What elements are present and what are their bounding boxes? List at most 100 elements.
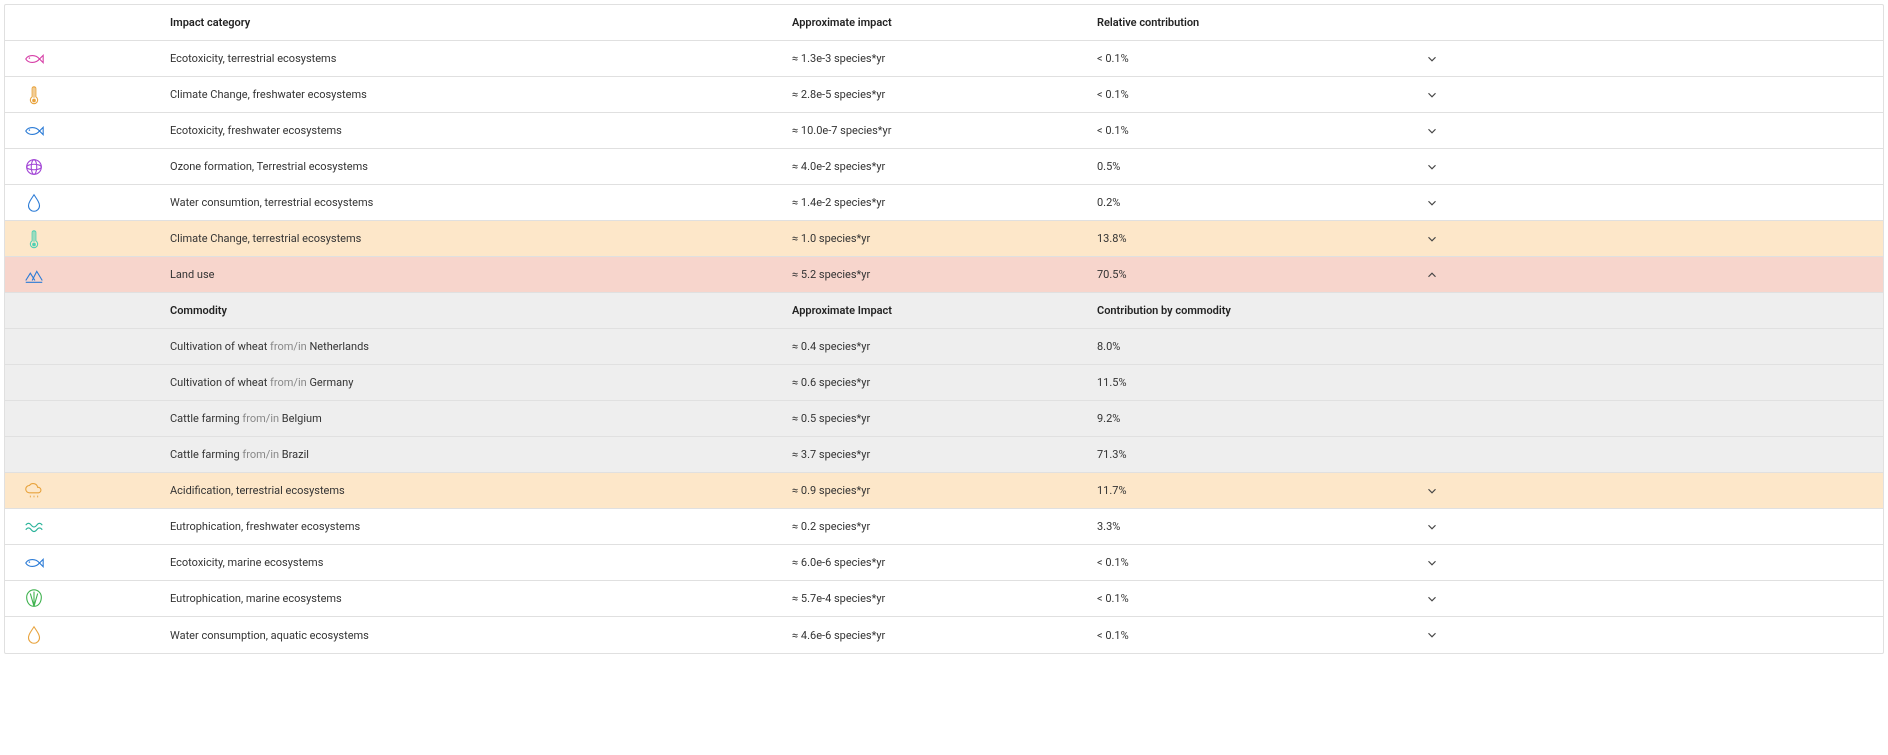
nested-row: Cattle farming from/in Belgium≈ 0.5 spec… xyxy=(5,401,1883,437)
contribution-cell: 0.2% xyxy=(1097,196,1402,209)
impact-cell: ≈ 1.4e-2 species*yr xyxy=(792,196,1097,209)
chevron-down-icon[interactable] xyxy=(1402,88,1462,102)
contribution-cell: < 0.1% xyxy=(1097,52,1402,65)
contribution-cell: 3.3% xyxy=(1097,520,1402,533)
nested-row: Cultivation of wheat from/in Netherlands… xyxy=(5,329,1883,365)
impact-cell: ≈ 2.8e-5 species*yr xyxy=(792,88,1097,101)
contribution-cell: < 0.1% xyxy=(1097,556,1402,569)
cloud-icon xyxy=(5,480,170,502)
commodity-location: Germany xyxy=(309,376,353,389)
table-row[interactable]: Ecotoxicity, terrestrial ecosystems≈ 1.3… xyxy=(5,41,1883,77)
table-row[interactable]: Climate Change, terrestrial ecosystems≈ … xyxy=(5,221,1883,257)
commodity-contribution-cell: 9.2% xyxy=(1097,412,1402,425)
table-row[interactable]: Water consumtion, terrestrial ecosystems… xyxy=(5,185,1883,221)
contribution-cell: < 0.1% xyxy=(1097,88,1402,101)
category-cell: Climate Change, terrestrial ecosystems xyxy=(170,232,792,245)
table-row[interactable]: Eutrophication, marine ecosystems≈ 5.7e-… xyxy=(5,581,1883,617)
category-cell: Climate Change, freshwater ecosystems xyxy=(170,88,792,101)
impact-cell: ≈ 5.2 species*yr xyxy=(792,268,1097,281)
impact-cell: ≈ 4.6e-6 species*yr xyxy=(792,629,1097,642)
commodity-name: Cultivation of wheat xyxy=(170,376,267,389)
category-cell: Ecotoxicity, marine ecosystems xyxy=(170,556,792,569)
table-row[interactable]: Ozone formation, Terrestrial ecosystems≈… xyxy=(5,149,1883,185)
chevron-down-icon[interactable] xyxy=(1402,520,1462,534)
chevron-down-icon[interactable] xyxy=(1402,232,1462,246)
commodity-joiner: from/in xyxy=(267,340,309,353)
table-row[interactable]: Climate Change, freshwater ecosystems≈ 2… xyxy=(5,77,1883,113)
commodity-name: Cultivation of wheat xyxy=(170,340,267,353)
table-row[interactable]: Eutrophication, freshwater ecosystems≈ 0… xyxy=(5,509,1883,545)
globe-icon xyxy=(5,156,170,178)
land-icon xyxy=(5,264,170,286)
contribution-cell: 0.5% xyxy=(1097,160,1402,173)
nested-header-impact: Approximate Impact xyxy=(792,304,1097,317)
category-cell: Water consumption, aquatic ecosystems xyxy=(170,629,792,642)
contribution-cell: < 0.1% xyxy=(1097,629,1402,642)
chevron-down-icon[interactable] xyxy=(1402,628,1462,642)
table-header: Impact category Approximate impact Relat… xyxy=(5,5,1883,41)
impact-cell: ≈ 4.0e-2 species*yr xyxy=(792,160,1097,173)
chevron-down-icon[interactable] xyxy=(1402,196,1462,210)
thermo-icon xyxy=(5,84,170,106)
table-row[interactable]: Water consumption, aquatic ecosystems≈ 4… xyxy=(5,617,1883,653)
impact-cell: ≈ 1.0 species*yr xyxy=(792,232,1097,245)
impact-cell: ≈ 5.7e-4 species*yr xyxy=(792,592,1097,605)
commodity-contribution-cell: 8.0% xyxy=(1097,340,1402,353)
shell-icon xyxy=(5,588,170,610)
drop-icon xyxy=(5,192,170,214)
nested-header-commodity: Commodity xyxy=(170,304,792,317)
category-cell: Ecotoxicity, terrestrial ecosystems xyxy=(170,52,792,65)
impact-cell: ≈ 1.3e-3 species*yr xyxy=(792,52,1097,65)
contribution-cell: 11.7% xyxy=(1097,484,1402,497)
commodity-location: Brazil xyxy=(282,448,309,461)
table-row[interactable]: Ecotoxicity, marine ecosystems≈ 6.0e-6 s… xyxy=(5,545,1883,581)
impact-cell: ≈ 6.0e-6 species*yr xyxy=(792,556,1097,569)
chevron-down-icon[interactable] xyxy=(1402,484,1462,498)
table-row[interactable]: Ecotoxicity, freshwater ecosystems≈ 10.0… xyxy=(5,113,1883,149)
commodity-joiner: from/in xyxy=(240,448,282,461)
commodity-cell: Cultivation of wheat from/in Germany xyxy=(170,376,792,389)
chevron-up-icon[interactable] xyxy=(1402,268,1462,282)
commodity-location: Netherlands xyxy=(309,340,369,353)
impact-cell: ≈ 0.2 species*yr xyxy=(792,520,1097,533)
header-impact: Approximate impact xyxy=(792,16,1097,29)
commodity-name: Cattle farming xyxy=(170,448,240,461)
category-cell: Eutrophication, marine ecosystems xyxy=(170,592,792,605)
commodity-name: Cattle farming xyxy=(170,412,240,425)
nested-header: CommodityApproximate ImpactContribution … xyxy=(5,293,1883,329)
category-cell: Water consumtion, terrestrial ecosystems xyxy=(170,196,792,209)
category-cell: Eutrophication, freshwater ecosystems xyxy=(170,520,792,533)
category-cell: Ozone formation, Terrestrial ecosystems xyxy=(170,160,792,173)
nested-table: CommodityApproximate ImpactContribution … xyxy=(5,293,1883,473)
table-row[interactable]: Acidification, terrestrial ecosystems≈ 0… xyxy=(5,473,1883,509)
contribution-cell: 70.5% xyxy=(1097,268,1402,281)
contribution-cell: 13.8% xyxy=(1097,232,1402,245)
fish-icon xyxy=(5,120,170,142)
chevron-down-icon[interactable] xyxy=(1402,592,1462,606)
table-row[interactable]: Land use≈ 5.2 species*yr70.5% xyxy=(5,257,1883,293)
commodity-impact-cell: ≈ 0.6 species*yr xyxy=(792,376,1097,389)
commodity-impact-cell: ≈ 0.5 species*yr xyxy=(792,412,1097,425)
commodity-joiner: from/in xyxy=(267,376,309,389)
commodity-impact-cell: ≈ 0.4 species*yr xyxy=(792,340,1097,353)
nested-row: Cattle farming from/in Brazil≈ 3.7 speci… xyxy=(5,437,1883,473)
chevron-down-icon[interactable] xyxy=(1402,556,1462,570)
impact-table: Impact category Approximate impact Relat… xyxy=(4,4,1884,654)
chevron-down-icon[interactable] xyxy=(1402,160,1462,174)
nested-header-contribution: Contribution by commodity xyxy=(1097,304,1402,317)
impact-cell: ≈ 0.9 species*yr xyxy=(792,484,1097,497)
contribution-cell: < 0.1% xyxy=(1097,592,1402,605)
commodity-cell: Cultivation of wheat from/in Netherlands xyxy=(170,340,792,353)
commodity-location: Belgium xyxy=(282,412,322,425)
fish-icon xyxy=(5,552,170,574)
header-category: Impact category xyxy=(170,16,792,29)
contribution-cell: < 0.1% xyxy=(1097,124,1402,137)
commodity-cell: Cattle farming from/in Brazil xyxy=(170,448,792,461)
category-cell: Acidification, terrestrial ecosystems xyxy=(170,484,792,497)
commodity-cell: Cattle farming from/in Belgium xyxy=(170,412,792,425)
chevron-down-icon[interactable] xyxy=(1402,52,1462,66)
category-cell: Land use xyxy=(170,268,792,281)
drop-icon xyxy=(5,624,170,646)
chevron-down-icon[interactable] xyxy=(1402,124,1462,138)
wave-icon xyxy=(5,516,170,538)
